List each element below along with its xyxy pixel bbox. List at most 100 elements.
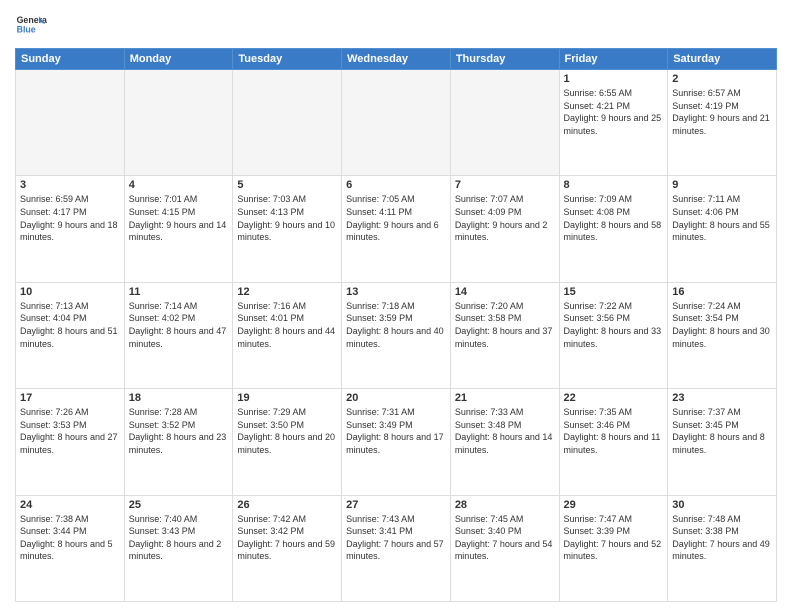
col-header-sunday: Sunday	[16, 49, 125, 70]
week-row-3: 10 Sunrise: 7:13 AM Sunset: 4:04 PM Dayli…	[16, 282, 777, 388]
day-cell: 13 Sunrise: 7:18 AM Sunset: 3:59 PM Dayli…	[342, 282, 451, 388]
day-cell	[450, 70, 559, 176]
col-header-wednesday: Wednesday	[342, 49, 451, 70]
day-info: Sunrise: 7:38 AM Sunset: 3:44 PM Dayligh…	[20, 513, 120, 563]
day-cell: 1 Sunrise: 6:55 AM Sunset: 4:21 PM Daylig…	[559, 70, 668, 176]
day-info: Sunrise: 7:47 AM Sunset: 3:39 PM Dayligh…	[564, 513, 664, 563]
logo: General Blue	[15, 10, 47, 42]
day-cell: 27Sunrise: 7:43 AM Sunset: 3:41 PM Dayli…	[342, 495, 451, 601]
calendar-table: SundayMondayTuesdayWednesdayThursdayFrid…	[15, 48, 777, 602]
day-cell: 6 Sunrise: 7:05 AM Sunset: 4:11 PM Daylig…	[342, 176, 451, 282]
day-number: 18	[129, 392, 229, 404]
logo-icon: General Blue	[15, 10, 47, 42]
day-number: 24	[20, 499, 120, 511]
day-cell: 21 Sunrise: 7:33 AM Sunset: 3:48 PM Dayli…	[450, 389, 559, 495]
day-info: Sunrise: 7:01 AM Sunset: 4:15 PM Dayligh…	[129, 193, 229, 243]
day-number: 27	[346, 499, 446, 511]
day-cell: 29 Sunrise: 7:47 AM Sunset: 3:39 PM Dayli…	[559, 495, 668, 601]
day-info: Sunrise: 7:22 AM Sunset: 3:56 PM Dayligh…	[564, 300, 664, 350]
day-cell: 26 Sunrise: 7:42 AM Sunset: 3:42 PM Dayli…	[233, 495, 342, 601]
day-number: 17	[20, 392, 120, 404]
day-cell: 24 Sunrise: 7:38 AM Sunset: 3:44 PM Dayli…	[16, 495, 125, 601]
day-info: Sunrise: 7:42 AM Sunset: 3:42 PM Dayligh…	[237, 513, 337, 563]
day-number: 4	[129, 179, 229, 191]
day-cell: 12Sunrise: 7:16 AM Sunset: 4:01 PM Dayli…	[233, 282, 342, 388]
day-cell: 19 Sunrise: 7:29 AM Sunset: 3:50 PM Dayli…	[233, 389, 342, 495]
day-cell: 9 Sunrise: 7:11 AM Sunset: 4:06 PM Daylig…	[668, 176, 777, 282]
week-row-4: 17 Sunrise: 7:26 AM Sunset: 3:53 PM Dayli…	[16, 389, 777, 495]
day-number: 21	[455, 392, 555, 404]
week-row-1: 1 Sunrise: 6:55 AM Sunset: 4:21 PM Daylig…	[16, 70, 777, 176]
day-info: Sunrise: 7:11 AM Sunset: 4:06 PM Dayligh…	[672, 193, 772, 243]
week-row-2: 3 Sunrise: 6:59 AM Sunset: 4:17 PM Daylig…	[16, 176, 777, 282]
day-number: 16	[672, 286, 772, 298]
day-number: 7	[455, 179, 555, 191]
col-header-thursday: Thursday	[450, 49, 559, 70]
day-cell: 14Sunrise: 7:20 AM Sunset: 3:58 PM Dayli…	[450, 282, 559, 388]
day-info: Sunrise: 7:26 AM Sunset: 3:53 PM Dayligh…	[20, 406, 120, 456]
day-cell	[16, 70, 125, 176]
day-info: Sunrise: 7:37 AM Sunset: 3:45 PM Dayligh…	[672, 406, 772, 456]
week-row-5: 24 Sunrise: 7:38 AM Sunset: 3:44 PM Dayli…	[16, 495, 777, 601]
svg-text:Blue: Blue	[17, 24, 36, 34]
day-number: 1	[564, 73, 664, 85]
day-number: 26	[237, 499, 337, 511]
day-cell: 25 Sunrise: 7:40 AM Sunset: 3:43 PM Dayli…	[124, 495, 233, 601]
day-cell: 2Sunrise: 6:57 AM Sunset: 4:19 PM Daylig…	[668, 70, 777, 176]
day-number: 11	[129, 286, 229, 298]
day-cell: 20 Sunrise: 7:31 AM Sunset: 3:49 PM Dayli…	[342, 389, 451, 495]
day-info: Sunrise: 7:05 AM Sunset: 4:11 PM Dayligh…	[346, 193, 446, 243]
day-cell: 18 Sunrise: 7:28 AM Sunset: 3:52 PM Dayli…	[124, 389, 233, 495]
col-header-saturday: Saturday	[668, 49, 777, 70]
col-header-monday: Monday	[124, 49, 233, 70]
calendar-header-row: SundayMondayTuesdayWednesdayThursdayFrid…	[16, 49, 777, 70]
day-info: Sunrise: 6:57 AM Sunset: 4:19 PM Dayligh…	[672, 87, 772, 137]
day-info: Sunrise: 7:48 AM Sunset: 3:38 PM Dayligh…	[672, 513, 772, 563]
day-cell: 22Sunrise: 7:35 AM Sunset: 3:46 PM Dayli…	[559, 389, 668, 495]
day-info: Sunrise: 7:29 AM Sunset: 3:50 PM Dayligh…	[237, 406, 337, 456]
day-number: 8	[564, 179, 664, 191]
day-cell	[124, 70, 233, 176]
day-info: Sunrise: 7:40 AM Sunset: 3:43 PM Dayligh…	[129, 513, 229, 563]
day-number: 25	[129, 499, 229, 511]
col-header-friday: Friday	[559, 49, 668, 70]
day-number: 29	[564, 499, 664, 511]
day-cell: 23Sunrise: 7:37 AM Sunset: 3:45 PM Dayli…	[668, 389, 777, 495]
day-number: 19	[237, 392, 337, 404]
day-number: 3	[20, 179, 120, 191]
day-number: 5	[237, 179, 337, 191]
page-header: General Blue	[15, 10, 777, 42]
day-info: Sunrise: 7:28 AM Sunset: 3:52 PM Dayligh…	[129, 406, 229, 456]
day-cell: 17 Sunrise: 7:26 AM Sunset: 3:53 PM Dayli…	[16, 389, 125, 495]
day-info: Sunrise: 7:13 AM Sunset: 4:04 PM Dayligh…	[20, 300, 120, 350]
day-info: Sunrise: 7:20 AM Sunset: 3:58 PM Dayligh…	[455, 300, 555, 350]
day-number: 6	[346, 179, 446, 191]
day-info: Sunrise: 7:09 AM Sunset: 4:08 PM Dayligh…	[564, 193, 664, 243]
day-number: 9	[672, 179, 772, 191]
day-info: Sunrise: 7:18 AM Sunset: 3:59 PM Dayligh…	[346, 300, 446, 350]
svg-text:General: General	[17, 15, 47, 25]
day-info: Sunrise: 7:07 AM Sunset: 4:09 PM Dayligh…	[455, 193, 555, 243]
day-number: 28	[455, 499, 555, 511]
day-cell: 16 Sunrise: 7:24 AM Sunset: 3:54 PM Dayli…	[668, 282, 777, 388]
day-info: Sunrise: 7:31 AM Sunset: 3:49 PM Dayligh…	[346, 406, 446, 456]
day-info: Sunrise: 7:14 AM Sunset: 4:02 PM Dayligh…	[129, 300, 229, 350]
day-cell: 3 Sunrise: 6:59 AM Sunset: 4:17 PM Daylig…	[16, 176, 125, 282]
day-cell: 4 Sunrise: 7:01 AM Sunset: 4:15 PM Daylig…	[124, 176, 233, 282]
day-number: 10	[20, 286, 120, 298]
day-info: Sunrise: 7:33 AM Sunset: 3:48 PM Dayligh…	[455, 406, 555, 456]
day-cell: 8 Sunrise: 7:09 AM Sunset: 4:08 PM Daylig…	[559, 176, 668, 282]
day-number: 12	[237, 286, 337, 298]
day-cell: 7 Sunrise: 7:07 AM Sunset: 4:09 PM Daylig…	[450, 176, 559, 282]
day-cell: 15Sunrise: 7:22 AM Sunset: 3:56 PM Dayli…	[559, 282, 668, 388]
day-info: Sunrise: 7:24 AM Sunset: 3:54 PM Dayligh…	[672, 300, 772, 350]
day-info: Sunrise: 6:55 AM Sunset: 4:21 PM Dayligh…	[564, 87, 664, 137]
day-number: 20	[346, 392, 446, 404]
day-info: Sunrise: 7:45 AM Sunset: 3:40 PM Dayligh…	[455, 513, 555, 563]
day-info: Sunrise: 6:59 AM Sunset: 4:17 PM Dayligh…	[20, 193, 120, 243]
day-cell: 28 Sunrise: 7:45 AM Sunset: 3:40 PM Dayli…	[450, 495, 559, 601]
day-info: Sunrise: 7:35 AM Sunset: 3:46 PM Dayligh…	[564, 406, 664, 456]
day-number: 13	[346, 286, 446, 298]
day-cell: 11 Sunrise: 7:14 AM Sunset: 4:02 PM Dayli…	[124, 282, 233, 388]
col-header-tuesday: Tuesday	[233, 49, 342, 70]
